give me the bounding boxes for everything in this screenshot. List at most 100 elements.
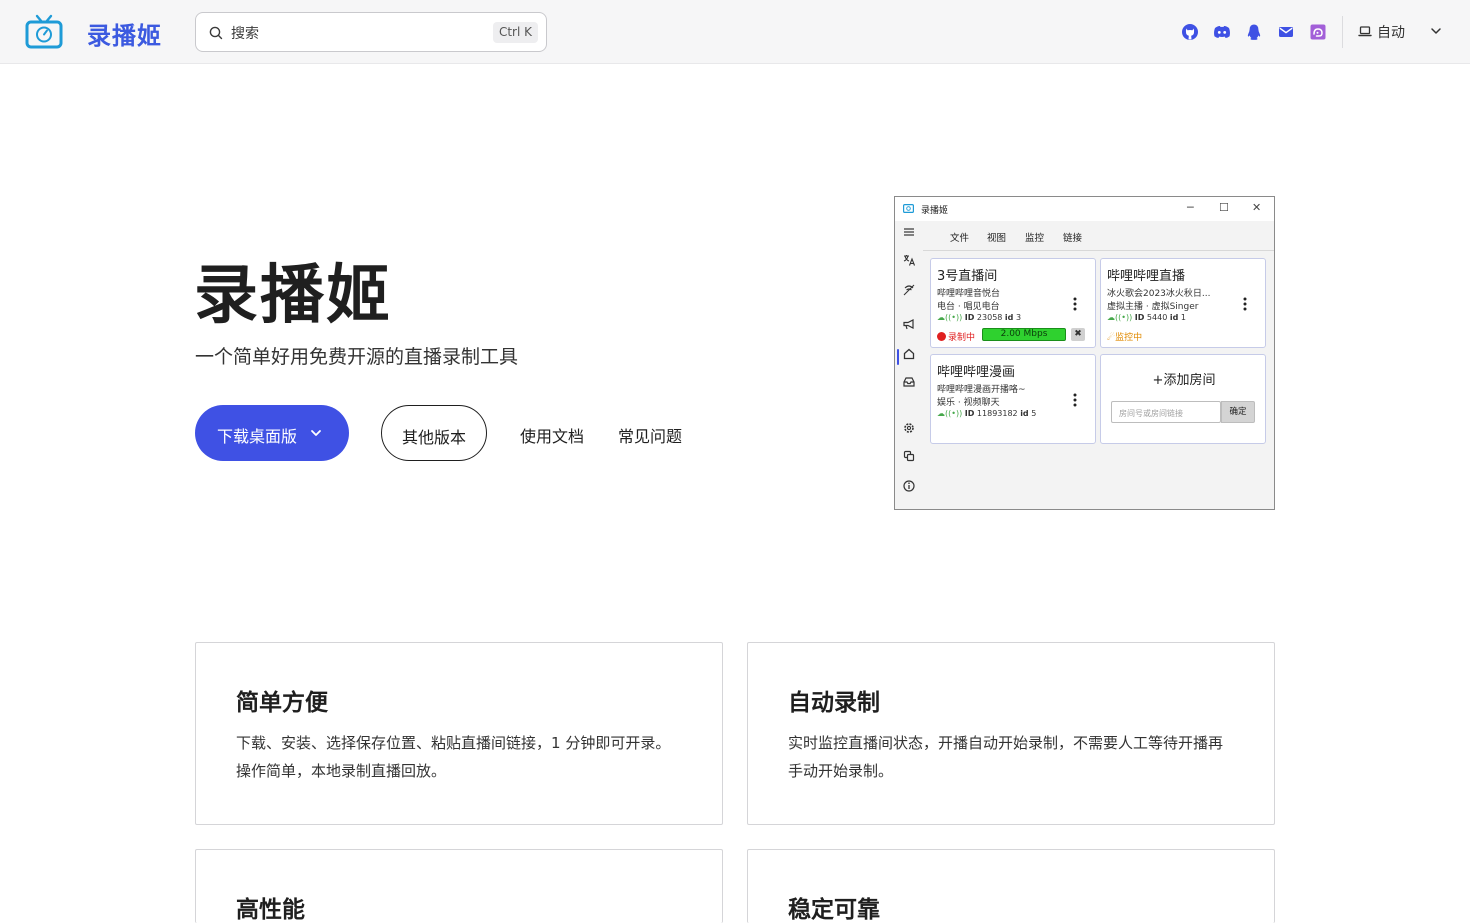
feature-card-simple: 简单方便 下载、安装、选择保存位置、粘贴直播间链接，1 分钟即可开录。操作简单，…	[195, 642, 723, 825]
settings-icon	[904, 423, 914, 433]
monitoring-status: ☄监控中	[1107, 330, 1142, 343]
inbox-icon	[903, 377, 915, 387]
theme-switcher[interactable]: 自动	[1358, 20, 1448, 44]
app-menubar: 文件 视图 监控 链接	[923, 221, 1274, 251]
room-ids: ☁((•)) ID 11893182 id 5	[937, 409, 1036, 418]
maximize-icon: ☐	[1219, 201, 1229, 214]
laptop-icon	[1358, 26, 1372, 37]
room-stream-title: 哔哩哔哩音悦台	[937, 289, 1001, 299]
feature-title: 高性能	[236, 897, 305, 923]
close-icon: ✕	[1252, 201, 1262, 214]
bitrate-indicator: 2.00 Mbps	[982, 328, 1066, 341]
afdian-icon[interactable]	[1308, 22, 1328, 42]
room-id-label: ID	[964, 409, 975, 418]
feature-card-auto-record: 自动录制 实时监控直播间状态，开播自动开始录制，不需要人工等待开播再手动开始录制…	[747, 642, 1275, 825]
qq-icon[interactable]	[1244, 22, 1264, 42]
signal-icon: ☁((•))	[1107, 313, 1133, 322]
rec-dot-icon	[937, 332, 946, 341]
docs-link[interactable]: 使用文档	[520, 423, 584, 447]
github-icon[interactable]	[1180, 22, 1200, 42]
more-vertical-icon	[1073, 297, 1077, 311]
menu-file: 文件	[950, 233, 970, 244]
room-title: 3号直播间	[937, 269, 998, 284]
short-id-label: id	[1020, 409, 1029, 418]
app-titlebar: 录播姬 ─ ☐ ✕	[895, 197, 1274, 221]
room-id: 5440	[1146, 313, 1168, 322]
room-id-label: ID	[1134, 313, 1145, 322]
search-shortcut: Ctrl K	[492, 22, 538, 43]
feature-title: 自动录制	[788, 690, 880, 716]
minimize-icon: ─	[1187, 201, 1194, 214]
top-navbar: 录播姬 搜索 Ctrl K 自动	[0, 0, 1470, 64]
chevron-down-icon	[311, 430, 321, 436]
signal-icon: ☁((•))	[937, 409, 963, 418]
stop-recording-icon: ✖	[1071, 328, 1085, 341]
search-icon	[209, 26, 223, 40]
home-icon	[903, 348, 915, 360]
recording-status: 录制中	[937, 330, 975, 343]
discord-icon[interactable]	[1212, 22, 1232, 42]
monitor-icon: ☄	[1107, 333, 1116, 343]
logs-icon	[903, 450, 915, 462]
room-id: 11893182	[976, 409, 1018, 418]
confirm-button: 确定	[1221, 401, 1255, 423]
short-id: 3	[1015, 313, 1022, 322]
room-category: 娱乐 · 视频聊天	[937, 398, 1000, 408]
room-stream-title: 冰火歌会2023冰火秋日...	[1107, 289, 1211, 299]
no-signal-icon	[903, 284, 915, 296]
recording-status-label: 录制中	[948, 333, 976, 343]
feature-description: 下载、安装、选择保存位置、粘贴直播间链接，1 分钟即可开录。操作简单，本地录制直…	[236, 734, 671, 780]
short-id: 5	[1031, 409, 1037, 418]
info-icon	[903, 480, 915, 492]
hero-subtitle: 一个简单好用免费开源的直播录制工具	[195, 346, 519, 368]
room-category: 虚拟主播 · 虚拟Singer	[1107, 302, 1199, 312]
feature-description: 实时监控直播间状态，开播自动开始录制，不需要人工等待开播再手动开始录制。	[788, 734, 1224, 780]
room-card: 3号直播间 哔哩哔哩音悦台 电台 · 唱见电台 ☁((•)) ID 23058 …	[930, 258, 1096, 348]
chevron-down-icon	[1431, 28, 1441, 34]
nav-divider	[1342, 16, 1343, 48]
download-desktop-label: 下载桌面版	[217, 427, 298, 446]
room-card: 哔哩哔哩直播 冰火歌会2023冰火秋日... 虚拟主播 · 虚拟Singer ☁…	[1100, 258, 1266, 348]
search-box[interactable]: 搜索 Ctrl K	[195, 12, 547, 52]
room-id-label: ID	[964, 313, 975, 322]
menu-link: 链接	[1063, 233, 1083, 244]
signal-icon: ☁((•))	[937, 313, 963, 322]
room-ids: ☁((•)) ID 5440 id 1	[1107, 313, 1186, 322]
hamburger-icon	[904, 228, 914, 236]
room-title: 哔哩哔哩漫画	[937, 365, 1016, 380]
room-ids: ☁((•)) ID 23058 id 3	[937, 313, 1021, 322]
faq-link[interactable]: 常见问题	[618, 423, 682, 447]
short-id-label: id	[1169, 313, 1179, 322]
short-id: 1	[1180, 313, 1186, 322]
room-id-input: 房间号或房间链接	[1111, 401, 1221, 423]
hero-title: 录播姬	[194, 259, 392, 333]
monitoring-status-label: 监控中	[1115, 333, 1143, 343]
menu-monitor: 监控	[1025, 233, 1045, 244]
more-vertical-icon	[1243, 297, 1247, 311]
room-title: 哔哩哔哩直播	[1107, 269, 1186, 284]
mail-icon[interactable]	[1276, 22, 1296, 42]
download-desktop-button[interactable]: 下载桌面版	[195, 405, 349, 461]
app-sidebar	[895, 221, 923, 509]
other-versions-button[interactable]: 其他版本	[381, 405, 487, 461]
tv-logo-icon[interactable]	[25, 14, 63, 50]
menu-view: 视图	[987, 233, 1007, 244]
app-logo-icon	[903, 204, 914, 213]
brand-title[interactable]: 录播姬	[87, 16, 162, 51]
app-window-title: 录播姬	[921, 206, 949, 216]
add-room-card: +添加房间 房间号或房间链接 确定	[1100, 354, 1266, 444]
feature-title: 简单方便	[236, 690, 328, 716]
other-versions-label: 其他版本	[402, 428, 467, 447]
feature-card-stable: 稳定可靠	[747, 849, 1275, 923]
more-vertical-icon	[1073, 393, 1077, 407]
feature-title: 稳定可靠	[788, 897, 880, 923]
add-room-title: +添加房间	[1152, 373, 1216, 388]
room-stream-title: 哔哩哔哩漫画开播咯~	[937, 385, 1026, 395]
feature-card-performance: 高性能	[195, 849, 723, 923]
room-id: 23058	[976, 313, 1003, 322]
room-grid: 3号直播间 哔哩哔哩音悦台 电台 · 唱见电台 ☁((•)) ID 23058 …	[923, 251, 1274, 509]
short-id-label: id	[1004, 313, 1014, 322]
sidebar-active-indicator	[897, 349, 899, 365]
app-preview-screenshot: 录播姬 ─ ☐ ✕ 文件 视图 监控 链接 3号直播间 哔哩哔哩音悦台 电台 ·…	[894, 196, 1275, 510]
room-card: 哔哩哔哩漫画 哔哩哔哩漫画开播咯~ 娱乐 · 视频聊天 ☁((•)) ID 11…	[930, 354, 1096, 444]
